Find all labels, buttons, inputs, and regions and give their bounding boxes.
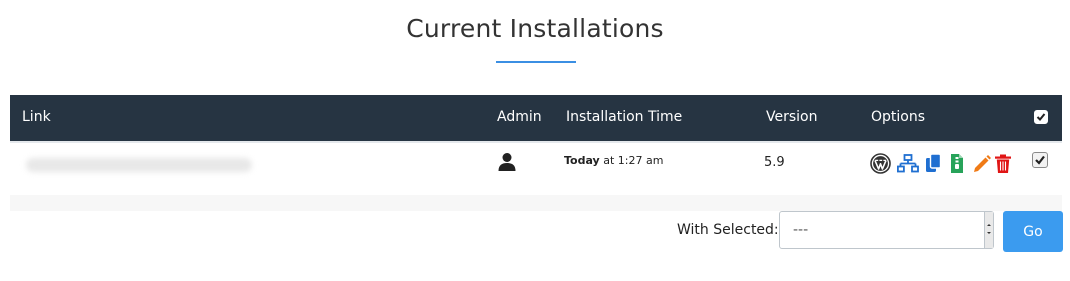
header-installation-time: Installation Time — [566, 109, 683, 125]
installation-time-detail: at 1:27 am — [599, 154, 664, 167]
bulk-action-value: --- — [793, 222, 809, 238]
with-selected-label: With Selected: — [677, 222, 779, 238]
installation-time-day: Today — [564, 154, 600, 167]
header-link: Link — [22, 109, 51, 125]
installation-link-redacted[interactable] — [26, 158, 252, 172]
select-dropdown-arrow[interactable] — [984, 212, 993, 248]
wordpress-icon[interactable] — [870, 153, 891, 175]
bulk-action-select[interactable]: --- — [779, 211, 994, 249]
installation-version: 5.9 — [764, 155, 785, 170]
title-underline — [496, 61, 576, 63]
table-header: Link Admin Installation Time Version Opt… — [10, 95, 1062, 141]
page-title: Current Installations — [406, 14, 664, 43]
installation-time: Today at 1:27 am — [564, 153, 663, 167]
clone-icon[interactable] — [925, 153, 945, 175]
header-version: Version — [766, 109, 818, 125]
staging-network-icon[interactable] — [896, 153, 919, 175]
backup-file-icon[interactable] — [950, 153, 970, 175]
edit-pencil-icon[interactable] — [972, 153, 992, 175]
row-select-checkbox[interactable] — [1032, 152, 1048, 168]
header-admin: Admin — [497, 109, 542, 125]
admin-user-icon[interactable] — [498, 152, 516, 172]
go-button[interactable]: Go — [1003, 211, 1063, 252]
trash-icon[interactable] — [994, 153, 1014, 175]
table-footer — [10, 195, 1062, 211]
select-all-checkbox[interactable] — [1034, 110, 1048, 124]
table-row: Today at 1:27 am 5.9 — [10, 143, 1062, 195]
header-options: Options — [871, 109, 926, 125]
